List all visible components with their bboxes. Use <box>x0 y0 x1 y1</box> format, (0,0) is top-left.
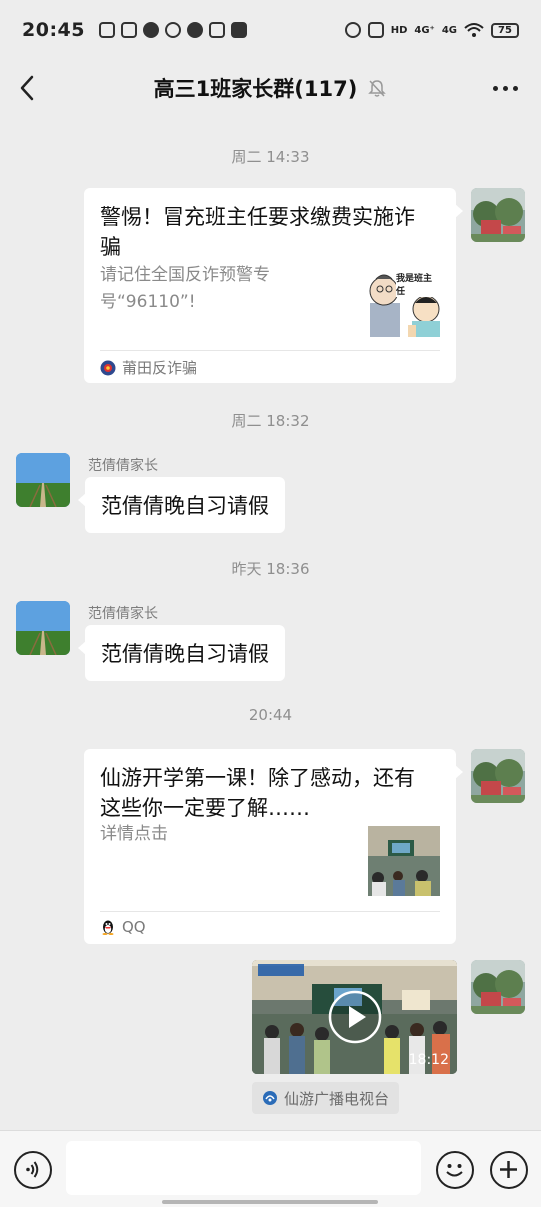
wifi-icon <box>464 23 484 37</box>
smiley-icon <box>446 1164 463 1177</box>
chat-header: 高三1班家长群(117) <box>0 60 541 116</box>
text-message[interactable]: 范倩倩晚自习请假 <box>78 625 285 681</box>
voice-icon <box>26 1161 39 1178</box>
card-source: QQ <box>100 918 146 936</box>
video-channel-tag[interactable]: 仙游广播电视台 <box>252 1082 400 1114</box>
my-avatar[interactable] <box>471 749 525 803</box>
app-notification-icon <box>120 22 137 38</box>
app-notification-icon <box>98 22 115 38</box>
home-indicator[interactable] <box>162 1200 378 1204</box>
timestamp: 20:44 <box>248 706 293 724</box>
my-avatar[interactable] <box>471 188 525 242</box>
dot-icon <box>502 85 508 91</box>
sender-name: 范倩倩家长 <box>88 606 158 622</box>
channel-logo-icon <box>263 1091 277 1105</box>
my-avatar[interactable] <box>471 960 525 1014</box>
dot-icon <box>492 85 498 91</box>
notification-icons <box>98 22 247 38</box>
play-icon[interactable] <box>327 989 383 1045</box>
more-options-button[interactable] <box>489 74 521 102</box>
card-divider <box>100 350 440 351</box>
plus-icon <box>500 1161 517 1178</box>
card-title: 仙游开学第一课！除了感动，还有这些你一定要了解…… <box>100 766 415 820</box>
message-text: 范倩倩晚自习请假 <box>101 642 269 666</box>
message-text: 范倩倩晚自习请假 <box>101 494 269 518</box>
thumb-caption: 我是班主任 <box>396 271 440 297</box>
signal-icon-2: 4G <box>441 24 457 36</box>
card-source-label: 莆田反诈骗 <box>122 359 198 377</box>
card-source: 莆田反诈骗 <box>100 357 197 378</box>
card-source-label: QQ <box>122 918 146 936</box>
link-card-first-lesson[interactable]: 仙游开学第一课！除了感动，还有这些你一定要了解…… 详情点击 QQ <box>84 749 463 944</box>
timestamp: 周二 14:33 <box>231 148 310 166</box>
app-notification-icon <box>164 22 181 38</box>
status-bar: 20:45 HD 4G⁺ 4G 75 <box>0 0 541 60</box>
card-divider <box>100 911 440 912</box>
more-functions-button[interactable] <box>490 1151 528 1189</box>
sender-avatar[interactable] <box>16 601 70 655</box>
status-time: 20:45 <box>22 19 85 41</box>
police-badge-icon <box>100 360 116 375</box>
cloud-icon <box>142 22 159 38</box>
alarm-icon <box>344 22 361 38</box>
compass-icon <box>186 22 203 38</box>
vibrate-icon <box>367 22 384 38</box>
card-description: 详情点击 <box>100 824 168 844</box>
card-title: 警惕！冒充班主任要求缴费实施诈骗 <box>100 205 415 259</box>
video-channel-name: 仙游广播电视台 <box>284 1089 390 1108</box>
voice-input-button[interactable] <box>14 1151 52 1189</box>
link-card-anti-fraud[interactable]: 警惕！冒充班主任要求缴费实施诈骗 请记住全国反诈预警专号“96110”! 我是班… <box>84 188 463 383</box>
sender-avatar[interactable] <box>16 453 70 507</box>
signal-icon-1: 4G⁺ <box>414 24 435 36</box>
dot-icon <box>512 85 518 91</box>
battery-icon: 75 <box>491 22 519 38</box>
hd-icon: HD <box>390 24 408 36</box>
app-notification-icon <box>208 22 225 38</box>
telegram-icon <box>230 22 247 38</box>
qq-penguin-icon <box>102 920 114 935</box>
card-thumbnail <box>368 826 440 896</box>
mute-bell-icon <box>368 80 387 97</box>
video-message[interactable]: 18:12 <box>252 960 457 1074</box>
back-icon[interactable] <box>12 72 44 104</box>
timestamp: 周二 18:32 <box>231 412 310 430</box>
message-input[interactable] <box>66 1141 421 1195</box>
sender-name: 范倩倩家长 <box>88 458 158 474</box>
chat-title: 高三1班家长群(117) <box>153 77 358 101</box>
input-bar <box>0 1130 541 1207</box>
video-duration: 18:12 <box>408 1052 449 1068</box>
system-icons: HD 4G⁺ 4G 75 <box>344 22 519 38</box>
card-thumbnail: 我是班主任 <box>368 265 440 337</box>
emoji-button[interactable] <box>436 1151 474 1189</box>
timestamp: 昨天 18:36 <box>231 560 310 578</box>
card-description: 请记住全国反诈预警专号“96110”! <box>100 265 270 312</box>
text-message[interactable]: 范倩倩晚自习请假 <box>78 477 285 533</box>
